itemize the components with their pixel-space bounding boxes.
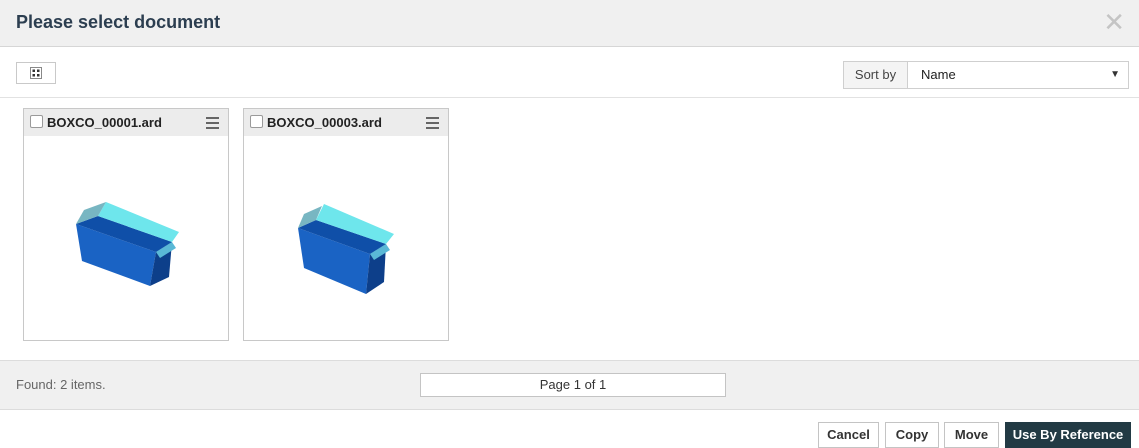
sort-by-label: Sort by — [844, 62, 908, 88]
document-thumbnail — [24, 136, 228, 340]
document-name: BOXCO_00003.ard — [267, 115, 382, 130]
move-button[interactable]: Move — [944, 422, 999, 448]
dialog-title: Please select document — [16, 12, 221, 32]
grid-view-button[interactable] — [16, 62, 56, 84]
use-by-reference-button[interactable]: Use By Reference — [1005, 422, 1131, 448]
hamburger-menu-icon[interactable] — [426, 117, 439, 132]
close-icon[interactable]: ✕ — [1103, 9, 1125, 35]
document-card-header: BOXCO_00001.ard — [24, 109, 228, 136]
sort-select[interactable]: Name ▼ — [908, 62, 1128, 88]
document-name: BOXCO_00001.ard — [47, 115, 162, 130]
document-checkbox[interactable] — [30, 115, 43, 128]
document-card[interactable]: BOXCO_00003.ard — [243, 108, 449, 341]
sort-value: Name — [921, 67, 956, 82]
sort-control: Sort by Name ▼ — [843, 61, 1129, 89]
status-bar: Found: 2 items. Page 1 of 1 — [0, 360, 1139, 410]
toolbar: Sort by Name ▼ — [0, 47, 1139, 98]
document-checkbox[interactable] — [250, 115, 263, 128]
copy-button[interactable]: Copy — [885, 422, 939, 448]
open-box-3d-icon — [298, 204, 394, 294]
document-thumbnail — [244, 136, 448, 340]
hamburger-menu-icon[interactable] — [206, 117, 219, 132]
grid-view-icon — [30, 67, 42, 79]
document-card[interactable]: BOXCO_00001.ard — [23, 108, 229, 341]
dropdown-arrow-icon: ▼ — [1110, 69, 1120, 80]
dialog-header: Please select document ✕ — [0, 0, 1139, 47]
cancel-button[interactable]: Cancel — [818, 422, 879, 448]
items-found-count: Found: 2 items. — [16, 377, 106, 392]
document-card-header: BOXCO_00003.ard — [244, 109, 448, 136]
page-indicator: Page 1 of 1 — [420, 373, 726, 397]
open-box-3d-icon — [76, 202, 179, 286]
